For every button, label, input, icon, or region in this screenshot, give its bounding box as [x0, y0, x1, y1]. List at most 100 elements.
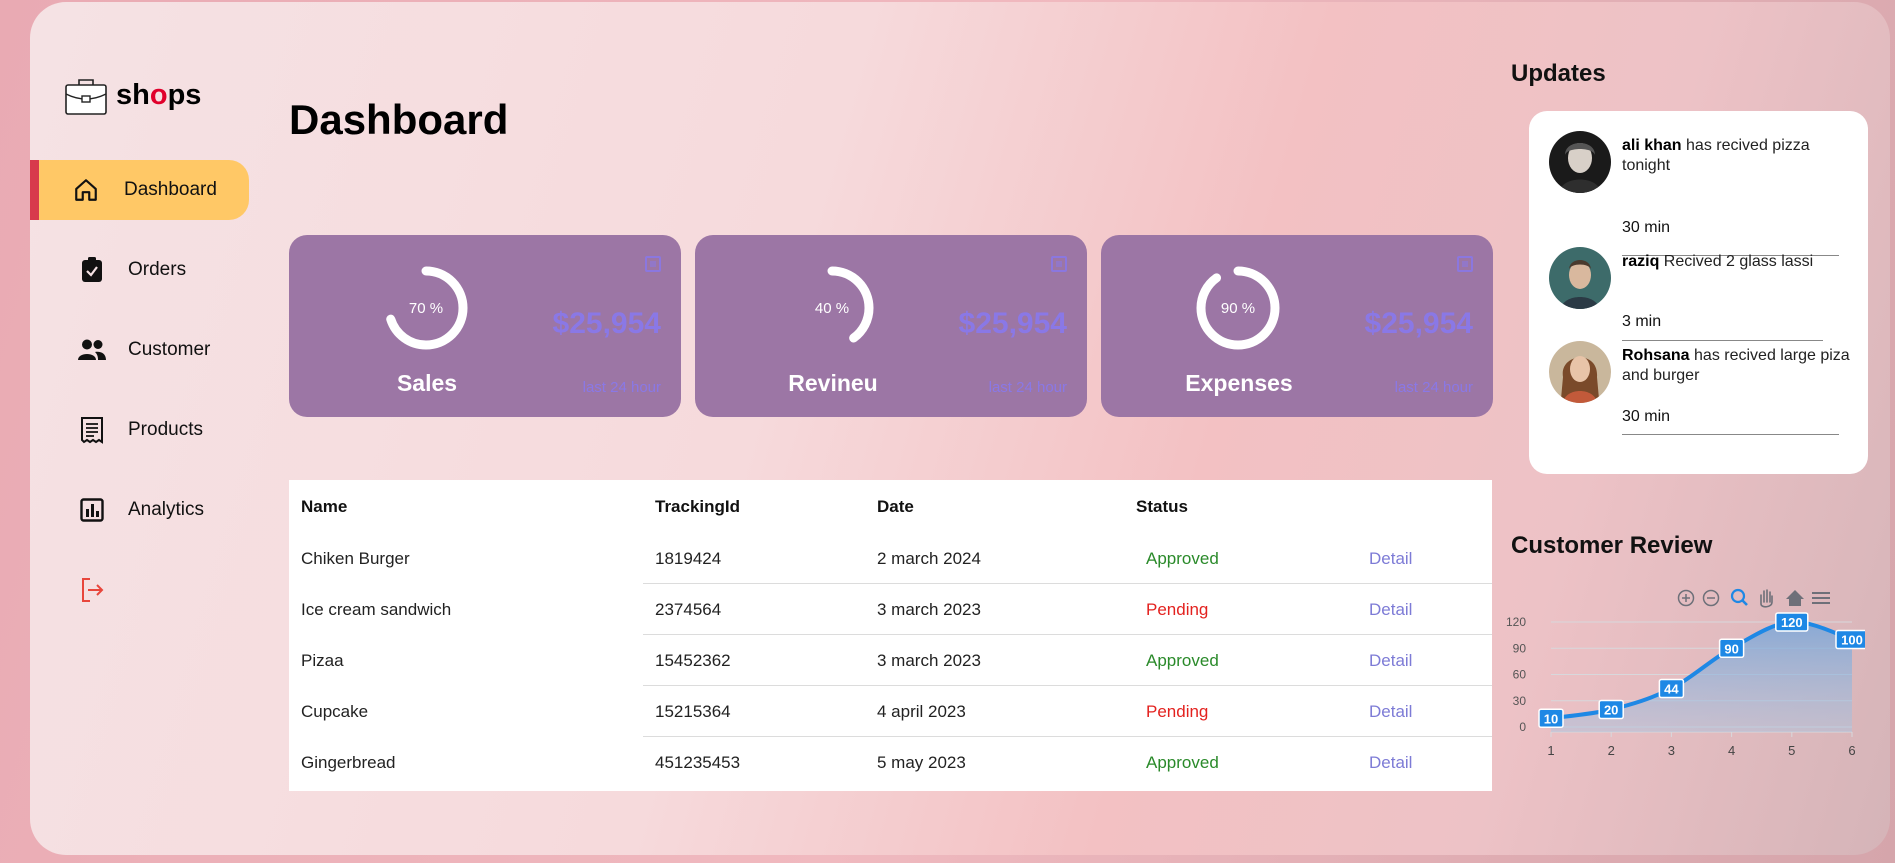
- cell-date: 4 april 2023: [877, 701, 966, 721]
- divider: [1622, 434, 1839, 435]
- sidebar-item-products[interactable]: Products: [30, 400, 250, 460]
- chart-toolbar: [1677, 588, 1830, 608]
- column-header-status: Status: [1136, 496, 1188, 516]
- card-title: Expenses: [1185, 370, 1293, 396]
- card-menu-icon[interactable]: [1457, 256, 1473, 272]
- x-tick-label: 2: [1608, 743, 1615, 758]
- column-header-date: Date: [877, 496, 914, 516]
- sidebar-item-dashboard[interactable]: Dashboard: [30, 160, 249, 220]
- update-text: ali khan has recived pizza tonight: [1622, 137, 1810, 174]
- data-label: 120: [1781, 615, 1803, 630]
- zoom-out-icon[interactable]: [1702, 589, 1720, 607]
- sidebar-menu: Dashboard Orders Customer Products Analy…: [30, 160, 250, 560]
- y-tick-label: 60: [1513, 668, 1527, 682]
- sidebar-item-label: Orders: [128, 259, 187, 280]
- data-label: 20: [1604, 703, 1618, 718]
- zoom-select-icon[interactable]: [1730, 588, 1748, 606]
- stat-card-sales[interactable]: 70 % Sales $25,954 last 24 hour: [289, 235, 681, 417]
- home-icon: [72, 176, 100, 204]
- table-row: Chiken Burger 1819424 2 march 2024 Appro…: [289, 533, 1492, 584]
- status-badge: Pending: [1146, 701, 1209, 721]
- receipt-icon: [78, 416, 106, 444]
- table-row: Gingerbread 451235453 5 may 2023 Approve…: [289, 737, 1492, 788]
- update-text: raziq Recived 2 glass lassi: [1622, 253, 1814, 270]
- data-label: 44: [1664, 682, 1679, 697]
- detail-link[interactable]: Detail: [1369, 635, 1412, 686]
- data-label: 10: [1544, 711, 1558, 726]
- sidebar-item-label: Customer: [128, 339, 211, 360]
- pan-hand-icon[interactable]: [1760, 589, 1773, 608]
- update-time: 30 min: [1622, 219, 1671, 236]
- x-tick-label: 5: [1788, 743, 1795, 758]
- y-tick-label: 120: [1506, 615, 1526, 629]
- cell-date: 3 march 2023: [877, 650, 981, 670]
- sidebar-item-label: Dashboard: [124, 179, 217, 200]
- updates-title: Updates: [1511, 60, 1606, 87]
- brand-name: shops: [116, 78, 202, 111]
- detail-link[interactable]: Detail: [1369, 686, 1412, 737]
- card-subtitle: last 24 hour: [988, 379, 1067, 396]
- card-amount: $25,954: [1364, 307, 1473, 340]
- update-time: 30 min: [1622, 408, 1671, 425]
- updates-panel: ali khan has recived pizza tonight 30 mi…: [1529, 111, 1868, 474]
- sidebar-item-label: Products: [128, 419, 203, 440]
- y-tick-label: 30: [1513, 694, 1527, 708]
- customer-review-title: Customer Review: [1511, 532, 1713, 559]
- cell-name: Chiken Burger: [301, 548, 410, 568]
- table-header-row: Name TrackingId Date Status: [289, 481, 1492, 532]
- chart-plot: 10 20 44 90 120 100: [1538, 612, 1865, 732]
- card-subtitle: last 24 hour: [1394, 379, 1473, 396]
- update-text: Rohsana has recived large piza and burge…: [1622, 347, 1850, 384]
- avatar: [1549, 131, 1611, 193]
- card-menu-icon[interactable]: [1051, 256, 1067, 272]
- stat-card-expenses[interactable]: 90 % Expenses $25,954 last 24 hour: [1101, 235, 1493, 417]
- sidebar-item-label: Analytics: [128, 499, 205, 520]
- cell-date: 3 march 2023: [877, 599, 981, 619]
- card-amount: $25,954: [552, 307, 661, 340]
- x-tick-label: 1: [1547, 743, 1554, 758]
- cell-name: Ice cream sandwich: [301, 599, 452, 619]
- menu-icon[interactable]: [1812, 592, 1830, 604]
- cell-tracking: 15452362: [655, 650, 731, 670]
- card-title: Sales: [396, 370, 458, 396]
- sidebar-item-analytics[interactable]: Analytics: [30, 480, 250, 540]
- progress-percent: 90 %: [1220, 299, 1256, 317]
- x-tick-label: 4: [1728, 743, 1735, 758]
- y-tick-label: 90: [1513, 641, 1527, 655]
- data-label: 90: [1724, 641, 1738, 656]
- divider: [1622, 340, 1823, 341]
- sidebar-item-customer[interactable]: Customer: [30, 320, 250, 380]
- column-header-name: Name: [301, 496, 348, 516]
- status-badge: Approved: [1146, 752, 1219, 772]
- y-tick-label: 0: [1519, 720, 1526, 734]
- cell-name: Gingerbread: [301, 752, 396, 772]
- card-menu-icon[interactable]: [645, 256, 661, 272]
- stat-card-revenue[interactable]: 40 % Revineu $25,954 last 24 hour: [695, 235, 1087, 417]
- cell-date: 5 may 2023: [877, 752, 966, 772]
- table-row: Ice cream sandwich 2374564 3 march 2023 …: [289, 584, 1492, 635]
- column-header-tracking: TrackingId: [655, 496, 741, 516]
- area-fill: [1551, 621, 1852, 732]
- brand-logo[interactable]: shops: [65, 74, 201, 116]
- avatar: [1549, 341, 1611, 403]
- detail-link[interactable]: Detail: [1369, 737, 1412, 788]
- zoom-in-icon[interactable]: [1677, 589, 1695, 607]
- briefcase-icon: [65, 79, 107, 115]
- logout-icon[interactable]: [78, 576, 106, 604]
- status-badge: Approved: [1146, 650, 1219, 670]
- orders-table: Name TrackingId Date Status Chiken Burge…: [289, 480, 1492, 791]
- cell-tracking: 1819424: [655, 548, 722, 568]
- cell-date: 2 march 2024: [877, 548, 981, 568]
- detail-link[interactable]: Detail: [1369, 584, 1412, 635]
- detail-link[interactable]: Detail: [1369, 533, 1412, 584]
- page-title: Dashboard: [289, 96, 509, 143]
- x-tick-label: 6: [1848, 743, 1855, 758]
- chart-icon: [78, 496, 106, 524]
- status-badge: Pending: [1146, 599, 1209, 619]
- sidebar-item-orders[interactable]: Orders: [30, 240, 250, 300]
- clipboard-icon: [78, 256, 106, 284]
- home-reset-icon[interactable]: [1786, 590, 1804, 606]
- progress-percent: 70 %: [408, 299, 444, 317]
- cell-tracking: 15215364: [655, 701, 731, 721]
- card-subtitle: last 24 hour: [582, 379, 661, 396]
